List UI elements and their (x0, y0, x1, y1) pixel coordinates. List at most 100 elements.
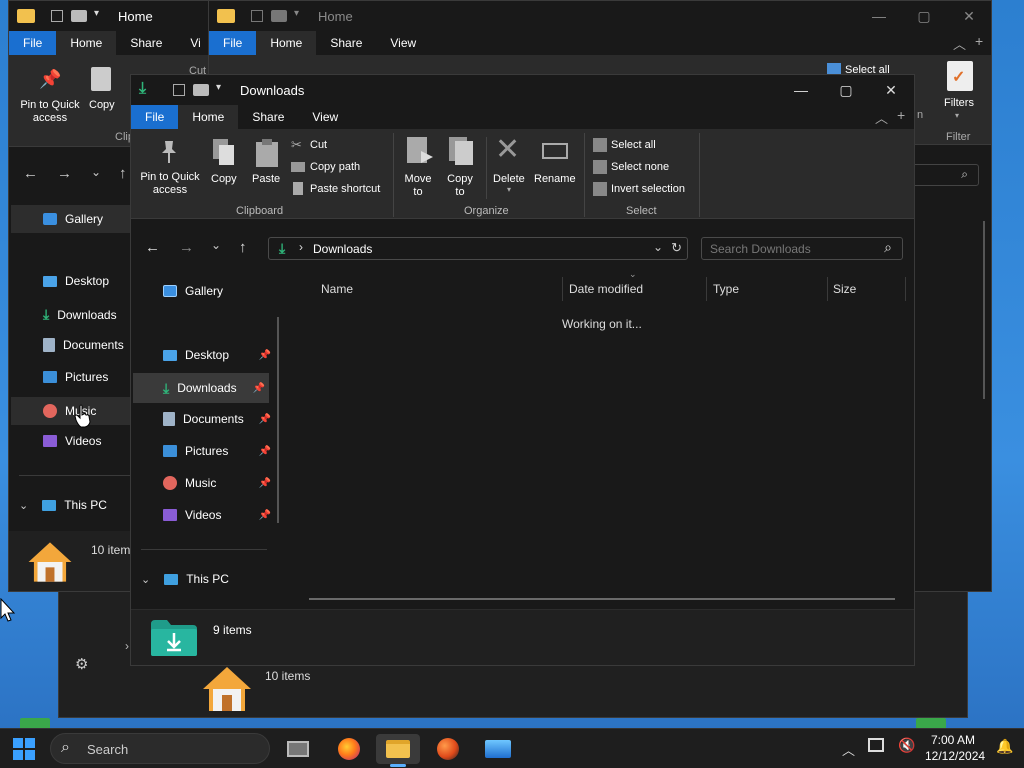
main-window-downloads[interactable]: ⤓ ▾ Downloads — ▢ ✕ File Home Share View… (130, 74, 915, 666)
desktop-icon-left[interactable] (20, 718, 50, 728)
copy-path-button[interactable]: Copy path (310, 161, 360, 173)
invert-selection-button[interactable]: Invert selection (611, 183, 685, 195)
forward-icon[interactable]: → (57, 165, 72, 182)
move-to-button[interactable]: Move to (401, 173, 435, 199)
minimize-button[interactable]: — (778, 75, 824, 105)
desktop-icon-right[interactable] (916, 718, 946, 728)
forward-icon[interactable]: → (179, 239, 194, 256)
copy-button[interactable]: Copy (89, 99, 115, 111)
tab-share[interactable]: Share (116, 31, 176, 55)
taskbar-search[interactable]: ⌕ Search (50, 733, 270, 764)
breadcrumb[interactable]: Downloads (313, 242, 372, 256)
pin-icon[interactable]: 📌 (253, 383, 265, 394)
nav-item-desktop[interactable]: Desktop (43, 274, 109, 288)
column-divider[interactable] (905, 277, 906, 301)
tab-share[interactable]: Share (238, 105, 298, 129)
minimize-button[interactable]: — (856, 1, 902, 31)
back-icon[interactable]: ← (145, 239, 160, 256)
firefox-button[interactable] (329, 734, 369, 764)
nav-item-videos[interactable]: Videos (43, 434, 101, 448)
volume-icon[interactable]: 🔇 (898, 737, 915, 754)
nav-item-documents[interactable]: Documents 📌 (163, 412, 271, 426)
pin-icon[interactable]: 📌 (259, 414, 271, 425)
file-list[interactable]: Name ⌄ Date modified Type Size Working o… (291, 269, 911, 611)
tab-home[interactable]: Home (56, 31, 117, 55)
dropdown-icon[interactable]: ▾ (94, 8, 99, 19)
search-input[interactable]: Search Downloads (710, 242, 811, 256)
pin-icon[interactable]: 📌 (259, 350, 271, 361)
start-button[interactable] (4, 734, 44, 764)
maximize-button[interactable]: ▢ (901, 1, 947, 31)
tab-file[interactable]: File (209, 31, 257, 55)
title-bar[interactable]: ▾ Home — ▢ ✕ (209, 1, 991, 31)
nav-item-downloads[interactable]: ⤓ Downloads 📌 (133, 373, 269, 403)
copy-button[interactable]: Copy (211, 173, 237, 185)
column-type[interactable]: Type (713, 282, 739, 296)
help-icon[interactable]: + (897, 107, 905, 123)
nav-item-downloads[interactable]: ⤓ Downloads (43, 306, 117, 323)
paste-button[interactable]: Paste (252, 173, 280, 185)
chevron-down-icon[interactable]: ⌄ (141, 573, 150, 586)
pin-icon[interactable]: 📌 (259, 478, 271, 489)
select-all-button[interactable]: Select all (611, 139, 656, 151)
clock-time[interactable]: 7:00 AM (931, 733, 975, 747)
nav-item-gallery[interactable]: Gallery (163, 284, 223, 298)
scrollbar[interactable] (983, 221, 985, 399)
tab-home[interactable]: Home (256, 31, 317, 55)
paste-shortcut-button[interactable]: Paste shortcut (310, 183, 380, 195)
tab-file[interactable]: File (9, 31, 57, 55)
notification-icon[interactable]: 🔔 (996, 738, 1013, 755)
refresh-icon[interactable]: ↻ (671, 240, 682, 256)
recent-dropdown-icon[interactable]: ⌄ (91, 165, 101, 179)
dropdown-icon[interactable]: ▾ (294, 8, 299, 19)
copy-to-button[interactable]: Copy to (443, 173, 477, 199)
app-button[interactable] (428, 734, 468, 764)
search-box[interactable]: ⌕ (911, 164, 979, 186)
delete-button[interactable]: Delete (493, 173, 525, 185)
pin-icon[interactable]: 📌 (259, 510, 271, 521)
nav-item-videos[interactable]: Videos 📌 (163, 508, 271, 522)
file-explorer-button[interactable] (376, 734, 420, 767)
filters-button[interactable]: Filters (944, 97, 974, 109)
nav-item-pictures[interactable]: Pictures (43, 370, 108, 384)
up-icon[interactable]: ↑ (119, 165, 127, 182)
select-none-button[interactable]: Select none (611, 161, 669, 173)
horizontal-scrollbar[interactable] (309, 598, 895, 600)
pin-quick-access-button[interactable]: Pin to Quick access (135, 171, 205, 197)
column-divider[interactable] (706, 277, 707, 301)
nav-scrollbar[interactable] (277, 317, 279, 523)
tab-view[interactable]: View (298, 105, 352, 129)
recent-dropdown-icon[interactable]: ⌄ (211, 238, 221, 252)
column-divider[interactable] (562, 277, 563, 301)
nav-item-this-pc[interactable]: ⌄ This PC (19, 498, 107, 512)
settings-icon[interactable]: ⚙ (75, 655, 88, 673)
help-icon[interactable]: + (975, 33, 983, 49)
network-icon[interactable] (868, 738, 884, 752)
column-size[interactable]: Size (833, 282, 856, 296)
nav-item-desktop[interactable]: Desktop 📌 (163, 348, 271, 362)
tab-home[interactable]: Home (178, 105, 239, 129)
chevron-down-icon[interactable]: ⌄ (19, 499, 28, 512)
address-bar[interactable]: ⤓ › Downloads ⌄ ↻ (268, 237, 688, 260)
pin-quick-access-button[interactable]: Pin to Quick access (15, 99, 85, 125)
column-divider[interactable] (827, 277, 828, 301)
photos-button[interactable] (478, 734, 518, 764)
nav-item-documents[interactable]: Documents (43, 338, 124, 352)
nav-item-gallery[interactable]: Gallery (11, 205, 131, 233)
address-dropdown-icon[interactable]: ⌄ (653, 240, 663, 254)
nav-item-music[interactable]: Music (11, 397, 131, 425)
close-button[interactable]: ✕ (868, 75, 914, 105)
nav-item-this-pc[interactable]: ⌄ This PC (141, 572, 229, 586)
chevron-right-icon[interactable]: › (125, 639, 129, 653)
title-bar[interactable]: ⤓ ▾ Downloads — ▢ ✕ (131, 75, 914, 105)
cut-button[interactable]: Cut (310, 139, 327, 151)
clock-date[interactable]: 12/12/2024 (925, 749, 985, 763)
close-button[interactable]: ✕ (946, 1, 991, 31)
dropdown-icon[interactable]: ▾ (216, 82, 221, 93)
tab-file[interactable]: File (131, 105, 179, 129)
up-icon[interactable]: ↑ (239, 239, 247, 256)
column-name[interactable]: Name (321, 282, 353, 296)
collapse-ribbon-icon[interactable]: ︿ (875, 108, 888, 127)
tab-view[interactable]: View (376, 31, 430, 55)
tab-share[interactable]: Share (316, 31, 376, 55)
